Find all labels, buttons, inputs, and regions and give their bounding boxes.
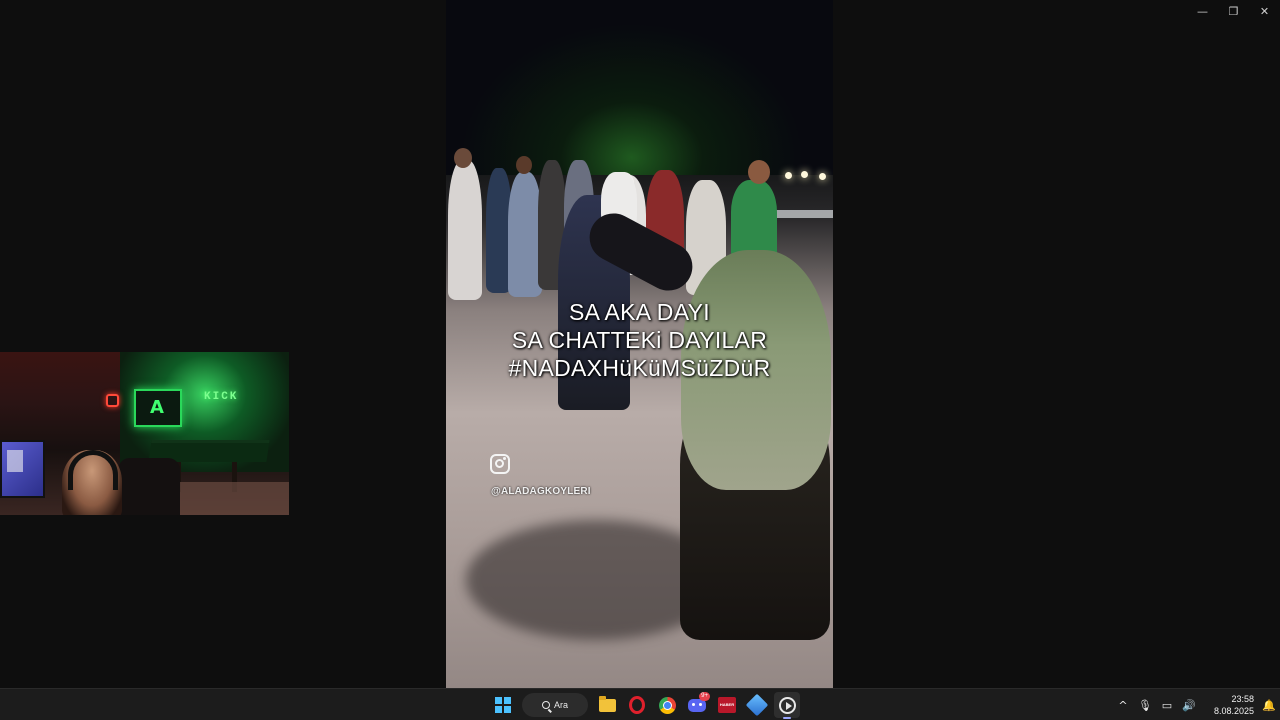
- night-sky: [446, 0, 833, 175]
- video-player[interactable]: SA AKA DAYI SA CHATTEKi DAYILAR #NADAXHü…: [446, 0, 833, 688]
- taskbar-media-player[interactable]: [774, 692, 800, 719]
- microphone-icon[interactable]: 🎙: [1135, 693, 1155, 717]
- chevron-up-icon[interactable]: ^: [1113, 693, 1133, 717]
- cube-icon: [745, 693, 769, 717]
- railing: [776, 210, 833, 218]
- monitor-screen: [7, 450, 23, 472]
- search-label: Ara: [553, 700, 568, 710]
- desktop: — ❐ ✕ SA AKA DAYI SA CHATTEKi DAYILAR #N…: [0, 0, 1280, 720]
- caption-line: #NADAXHüKüMSüZDüR: [508, 355, 771, 381]
- crowd-head: [748, 160, 770, 184]
- caption-line: SA CHATTEKi DAYILAR: [511, 327, 768, 353]
- monitor: [0, 440, 45, 498]
- clock-date: 8.08.2025: [1213, 706, 1254, 716]
- caption-line: SA AKA DAYI: [569, 299, 710, 325]
- red-neon-sign: [106, 394, 119, 407]
- start-button[interactable]: [490, 692, 516, 718]
- neon-sign: KICK: [204, 391, 239, 403]
- close-button[interactable]: ✕: [1249, 0, 1280, 22]
- notification-badge: 9+: [699, 692, 710, 701]
- taskbar-cube-app[interactable]: [744, 692, 770, 718]
- taskbar-news-app[interactable]: HABER: [714, 692, 740, 718]
- gaming-chair: [118, 458, 180, 515]
- search-icon: [541, 701, 550, 709]
- webcam-overlay: A KICK: [0, 352, 289, 515]
- instagram-icon: [490, 454, 510, 474]
- taskbar-chrome[interactable]: [654, 692, 680, 718]
- crowd-person: [731, 180, 777, 260]
- system-tray: ^ 🎙 ▭ 🔊 23:58 8.08.2025 🔔: [1112, 689, 1280, 720]
- chrome-icon: [658, 696, 676, 714]
- play-icon: [778, 696, 796, 714]
- restore-button[interactable]: ❐: [1218, 0, 1249, 22]
- network-icon[interactable]: ▭: [1157, 693, 1177, 717]
- news-icon: HABER: [718, 697, 736, 713]
- crowd-head: [454, 148, 472, 168]
- video-caption: SA AKA DAYI SA CHATTEKi DAYILAR #NADAXHü…: [446, 298, 833, 382]
- taskbar-file-explorer[interactable]: [594, 692, 620, 718]
- crowd-person: [508, 172, 542, 297]
- notification-bell-icon[interactable]: 🔔: [1259, 693, 1279, 717]
- floor: [180, 482, 289, 515]
- taskbar-opera[interactable]: [624, 692, 650, 718]
- volume-icon[interactable]: 🔊: [1179, 693, 1199, 717]
- clock-time: 23:58: [1231, 694, 1254, 704]
- minimize-button[interactable]: —: [1187, 0, 1218, 22]
- crowd-head: [516, 156, 532, 174]
- instagram-handle: @ALADAGKOYLERI: [491, 486, 591, 497]
- taskbar-search[interactable]: Ara: [522, 693, 588, 717]
- clock[interactable]: 23:58 8.08.2025: [1206, 693, 1254, 717]
- window-controls: — ❐ ✕: [1187, 0, 1280, 22]
- taskbar: Ara 9+ HABER ^ 🎙 ▭ 🔊 23:58 8.08.2025 🔔: [0, 688, 1280, 720]
- taskbar-apps: Ara 9+ HABER: [490, 692, 804, 719]
- crowd-person: [448, 160, 482, 300]
- taskbar-discord[interactable]: 9+: [684, 692, 710, 718]
- tv-logo: A: [150, 397, 164, 418]
- windows-icon: [495, 697, 511, 713]
- opera-icon: [629, 696, 645, 714]
- folder-icon: [598, 695, 616, 712]
- wall-tv: A: [134, 389, 182, 427]
